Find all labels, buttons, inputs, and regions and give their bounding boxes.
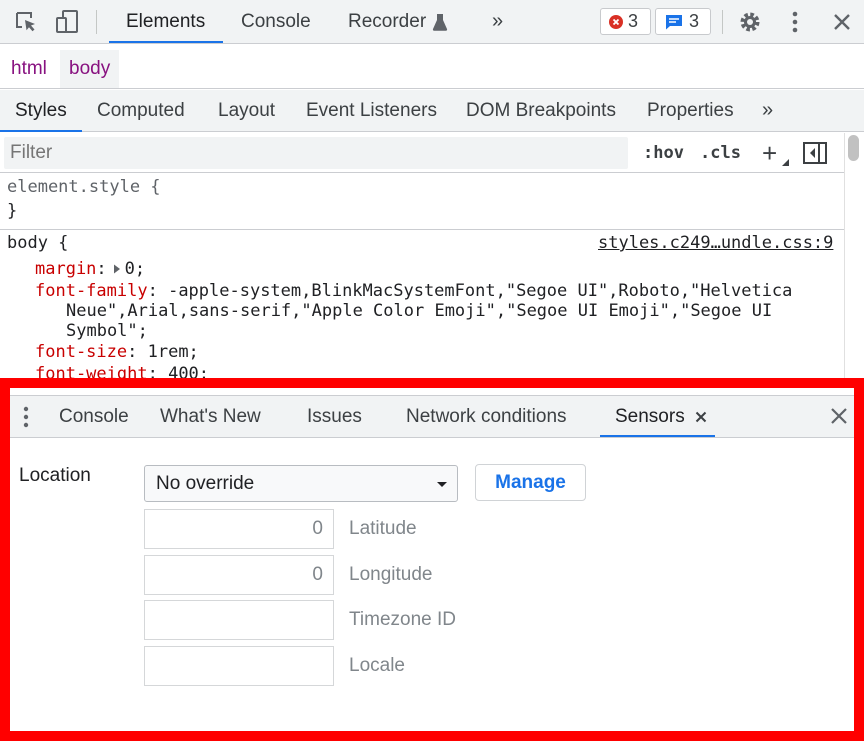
css-value: 400; xyxy=(168,364,210,384)
tab-computed[interactable]: Computed xyxy=(97,90,185,131)
toolbar-separator xyxy=(96,10,97,34)
dropdown-caret-icon xyxy=(437,482,447,487)
device-toolbar-icon[interactable] xyxy=(55,9,81,35)
longitude-label: Longitude xyxy=(349,564,433,585)
active-subtab-indicator xyxy=(0,130,82,132)
css-declaration[interactable]: font-family: -apple-system,BlinkMacSyste… xyxy=(35,281,792,301)
active-tab-indicator xyxy=(109,41,223,43)
longitude-input[interactable]: 0 xyxy=(144,555,334,595)
css-value: 0; xyxy=(124,259,146,279)
more-subtabs-button[interactable]: » xyxy=(762,90,773,131)
css-property: margin xyxy=(35,259,97,279)
kebab-menu-icon[interactable] xyxy=(788,10,802,34)
styles-scrollbar[interactable] xyxy=(844,133,864,383)
hover-state-toggle[interactable]: :hov xyxy=(643,133,684,173)
css-property: font-family xyxy=(35,281,148,301)
timezone-id-input[interactable] xyxy=(144,600,334,640)
latitude-label: Latitude xyxy=(349,518,417,539)
location-select[interactable]: No override xyxy=(144,465,458,502)
styles-filter-input[interactable] xyxy=(4,137,628,169)
breadcrumb-item-body[interactable]: body xyxy=(60,50,120,88)
tab-console[interactable]: Console xyxy=(241,0,311,43)
css-declaration[interactable]: font-size: 1rem; xyxy=(35,342,199,362)
css-declaration[interactable]: margin: 0; xyxy=(35,259,145,279)
recorder-flask-icon xyxy=(432,14,448,31)
css-value: -apple-system,BlinkMacSystemFont,"Segoe … xyxy=(168,281,793,301)
css-value-continued: Neue",Arial,sans-serif,"Apple Color Emoj… xyxy=(66,301,773,321)
drawer-tab-issues[interactable]: Issues xyxy=(307,396,362,437)
error-count: 3 xyxy=(628,11,639,31)
close-tab-icon[interactable] xyxy=(695,411,707,423)
css-property: font-size xyxy=(35,342,128,362)
timezone-id-label: Timezone ID xyxy=(349,609,456,630)
drawer-tab-bar: Console What's New Issues Network condit… xyxy=(0,395,864,438)
location-selected-value: No override xyxy=(156,473,255,494)
class-toggle[interactable]: .cls xyxy=(700,133,741,173)
expand-triangle-icon[interactable] xyxy=(111,263,123,275)
errors-badge[interactable]: 3 xyxy=(600,8,651,35)
toggle-sidebar-icon[interactable] xyxy=(802,141,828,165)
tab-properties[interactable]: Properties xyxy=(647,90,734,131)
body-selector[interactable]: body { xyxy=(7,233,68,253)
tab-recorder[interactable]: Recorder xyxy=(348,0,426,43)
more-tabs-button[interactable]: » xyxy=(492,0,503,43)
gear-icon[interactable] xyxy=(738,10,762,34)
styles-scrollbar-thumb[interactable] xyxy=(848,135,859,161)
breadcrumb: html body xyxy=(0,50,864,89)
styles-pane-tabs: Styles Computed Layout Event Listeners D… xyxy=(0,90,864,132)
css-property: font-weight xyxy=(35,364,148,384)
devtools-toolbar: Elements Console Recorder » 3 3 xyxy=(0,0,864,44)
message-count: 3 xyxy=(689,11,700,31)
drawer-tab-sensors[interactable]: Sensors xyxy=(615,396,685,437)
tab-elements[interactable]: Elements xyxy=(126,0,205,43)
messages-badge[interactable]: 3 xyxy=(655,8,711,35)
css-value: 1rem; xyxy=(147,342,199,362)
message-icon xyxy=(666,15,682,30)
tab-styles[interactable]: Styles xyxy=(15,90,67,131)
tab-layout[interactable]: Layout xyxy=(218,90,275,131)
element-style-selector: element.style { xyxy=(7,177,161,197)
tab-dom-breakpoints[interactable]: DOM Breakpoints xyxy=(466,90,616,131)
latitude-input[interactable]: 0 xyxy=(144,509,334,549)
css-declaration[interactable]: font-weight: 400; xyxy=(35,364,209,384)
active-drawer-tab-indicator xyxy=(600,435,715,437)
drawer-menu-icon[interactable] xyxy=(22,405,30,429)
new-style-rule-button[interactable]: + xyxy=(762,133,777,173)
inspect-element-icon[interactable] xyxy=(14,10,40,34)
tab-event-listeners[interactable]: Event Listeners xyxy=(306,90,437,131)
locale-label: Locale xyxy=(349,655,405,676)
drawer-tab-network-conditions[interactable]: Network conditions xyxy=(406,396,567,437)
close-icon[interactable] xyxy=(832,12,852,32)
css-value-continued: Symbol"; xyxy=(66,321,148,341)
toolbar-separator xyxy=(722,10,723,34)
element-style-close: } xyxy=(7,201,18,221)
drawer-tab-console[interactable]: Console xyxy=(59,396,129,437)
close-drawer-icon[interactable] xyxy=(830,407,848,425)
manage-button[interactable]: Manage xyxy=(475,464,586,501)
location-label: Location xyxy=(19,465,91,486)
error-icon xyxy=(609,15,623,29)
rule-divider xyxy=(0,229,844,230)
locale-input[interactable] xyxy=(144,646,334,686)
corner-triangle-icon xyxy=(782,159,789,166)
styles-filter-bar: :hov .cls + xyxy=(0,133,844,173)
breadcrumb-item-html[interactable]: html xyxy=(2,50,56,88)
stylesheet-source-link[interactable]: styles.c249…undle.css:9 xyxy=(598,233,833,253)
drawer-tab-whats-new[interactable]: What's New xyxy=(160,396,261,437)
